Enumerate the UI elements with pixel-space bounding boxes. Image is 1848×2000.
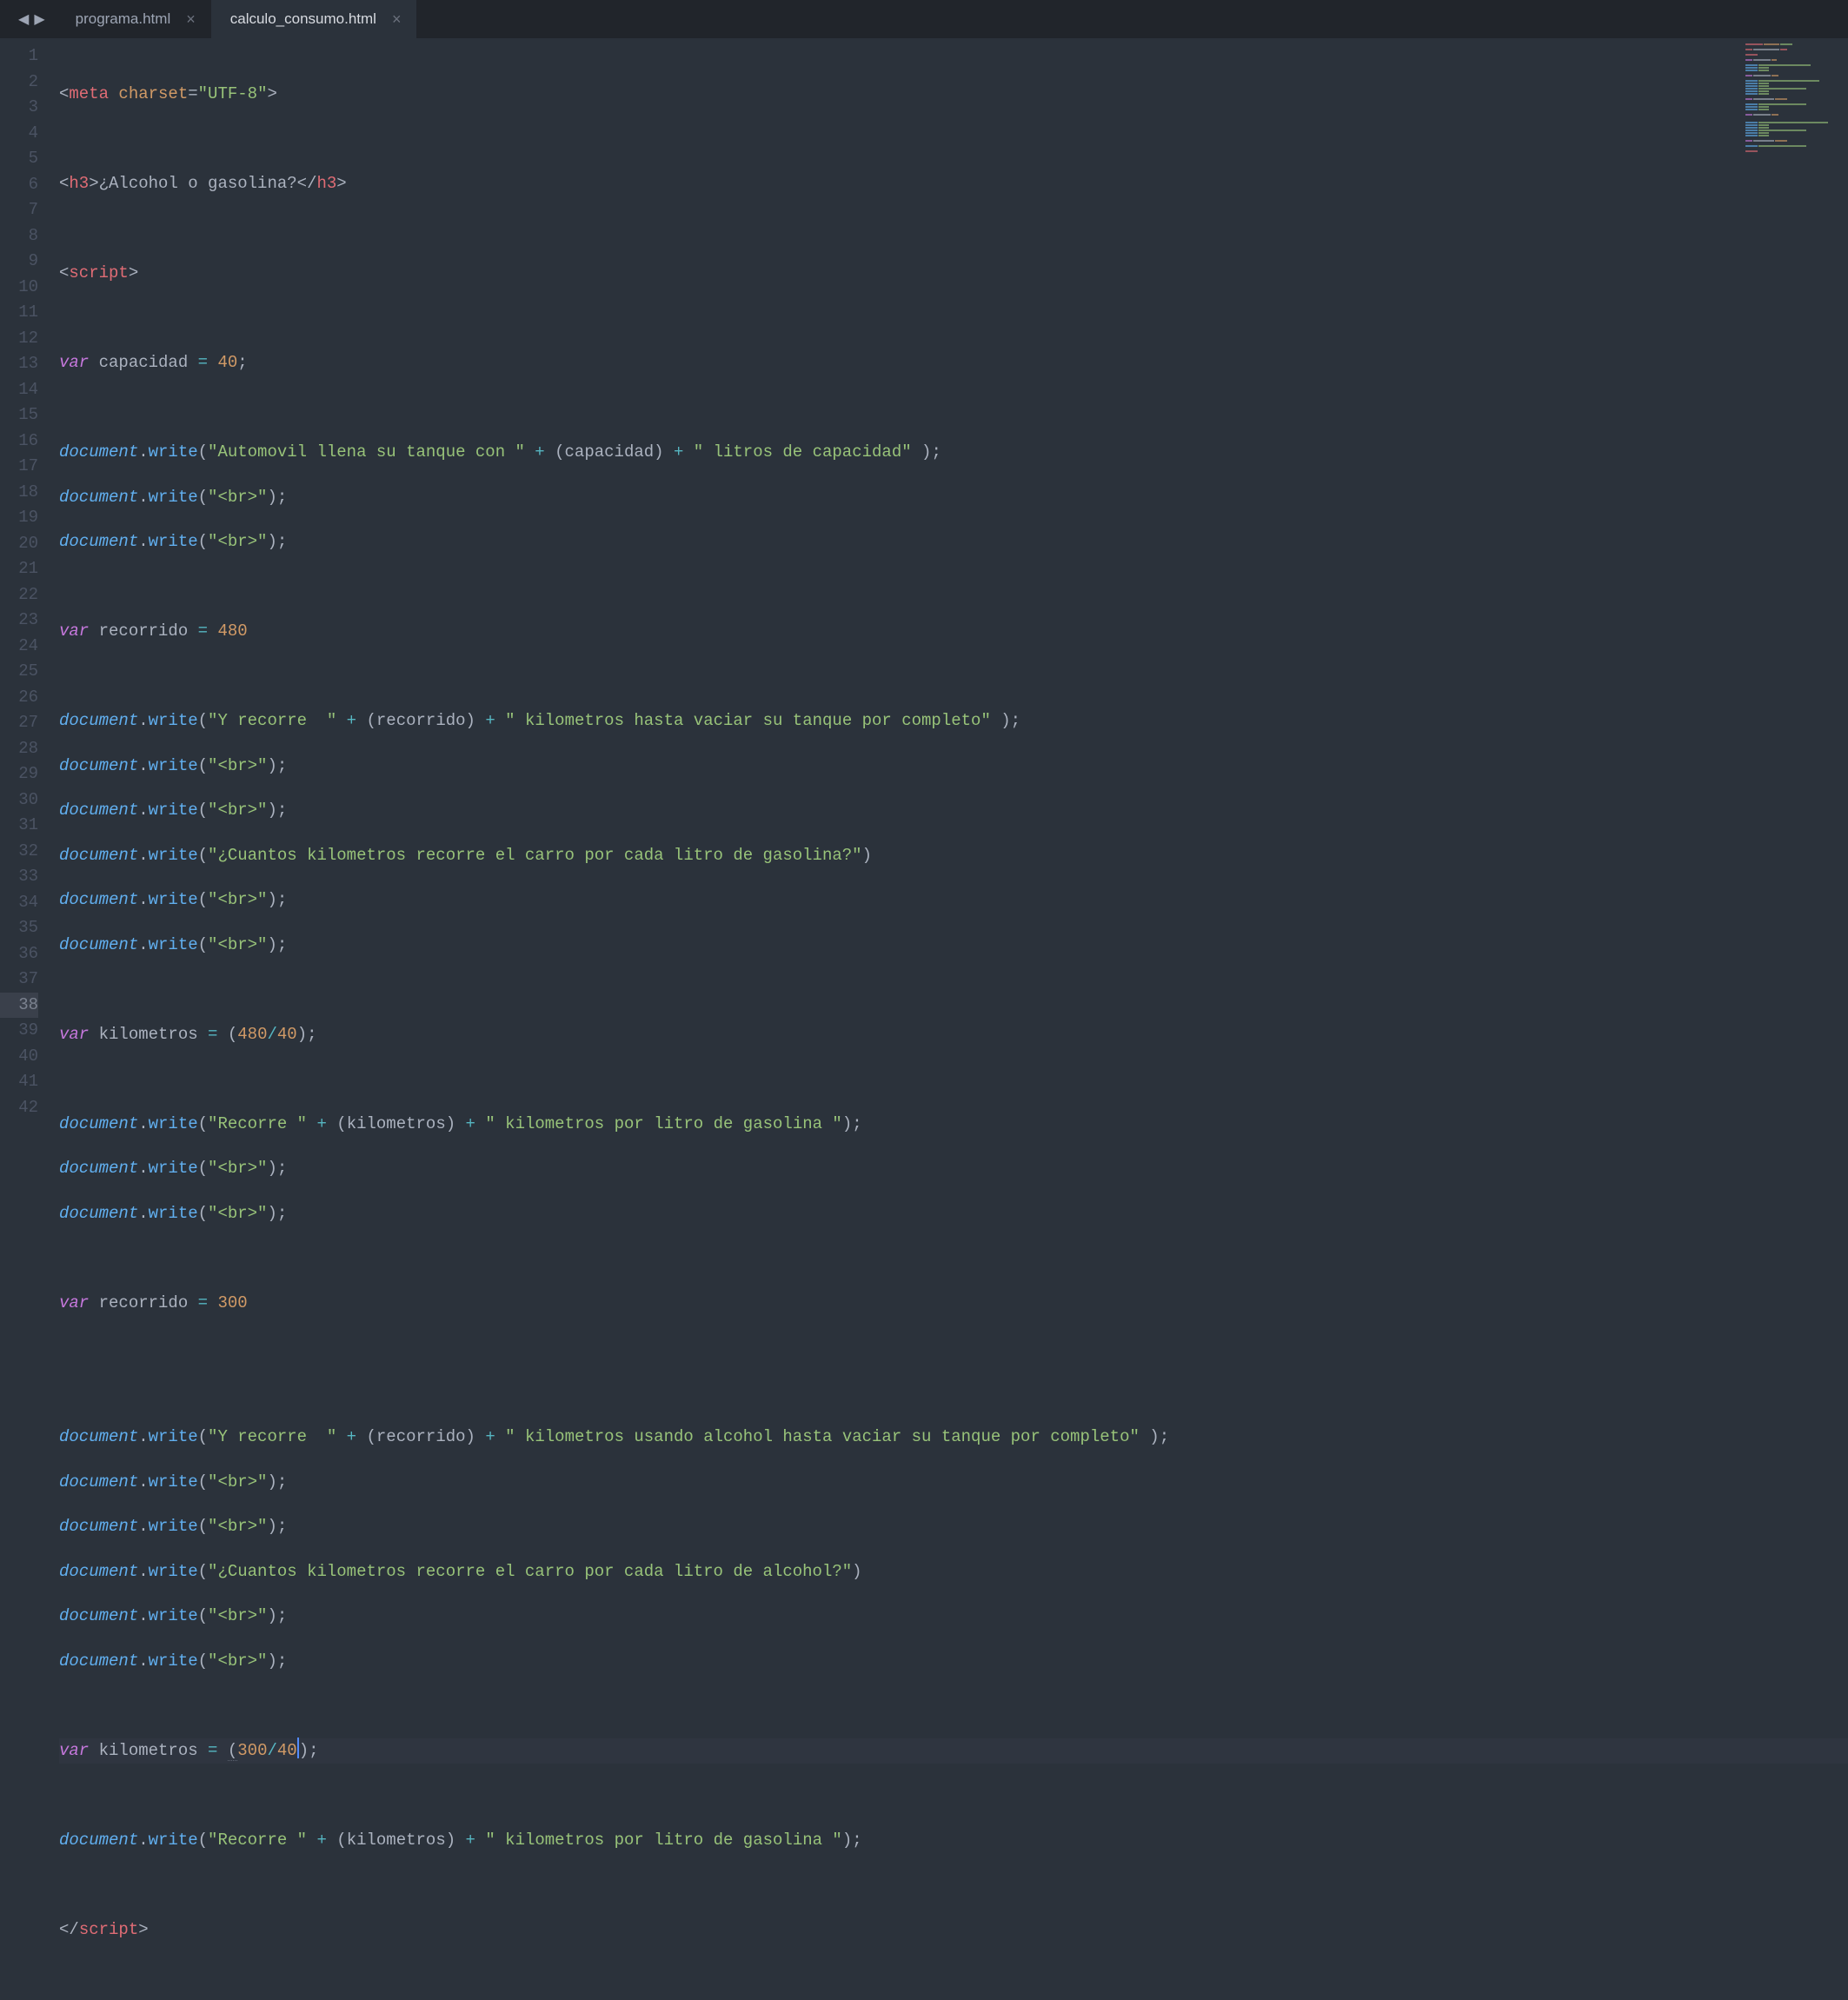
- line-number: 8: [0, 223, 38, 249]
- code-line: [59, 575, 1848, 601]
- code-line: var recorrido = 480: [59, 619, 1848, 645]
- line-number: 33: [0, 864, 38, 890]
- code-line: [59, 1066, 1848, 1093]
- code-line: </script>: [59, 1917, 1848, 1944]
- line-number: 19: [0, 505, 38, 531]
- tab-programa[interactable]: programa.html ×: [57, 0, 211, 38]
- line-number: 28: [0, 736, 38, 762]
- nav-back-icon[interactable]: ◀: [18, 10, 29, 28]
- tab-label: calculo_consumo.html: [230, 10, 376, 28]
- line-number: 16: [0, 429, 38, 455]
- code-line: document.write("<br>");: [59, 933, 1848, 959]
- code-line: <script>: [59, 261, 1848, 287]
- line-number: 37: [0, 967, 38, 993]
- code-line: document.write("<br>");: [59, 1156, 1848, 1182]
- code-line: [59, 216, 1848, 243]
- code-line: document.write("<br>");: [59, 529, 1848, 555]
- code-line: document.write("<br>");: [59, 887, 1848, 914]
- line-number: 25: [0, 659, 38, 685]
- code-line: document.write("¿Cuantos kilometros reco…: [59, 843, 1848, 869]
- code-line: [59, 664, 1848, 690]
- line-number: 24: [0, 634, 38, 660]
- code-line: document.write("<br>");: [59, 1470, 1848, 1496]
- line-number: 9: [0, 249, 38, 275]
- tab-calculo-consumo[interactable]: calculo_consumo.html ×: [211, 0, 417, 38]
- line-number: 12: [0, 326, 38, 352]
- code-line: document.write("Recorre " + (kilometros)…: [59, 1828, 1848, 1854]
- tab-bar: ◀ ▶ programa.html × calculo_consumo.html…: [0, 0, 1848, 38]
- line-number: 3: [0, 95, 38, 121]
- line-number: 15: [0, 402, 38, 429]
- code-line-active: var kilometros = (300/40);: [59, 1738, 1848, 1764]
- cursor: [297, 1738, 299, 1758]
- line-number: 21: [0, 556, 38, 582]
- code-line: document.write("<br>");: [59, 754, 1848, 780]
- code-line: var kilometros = (480/40);: [59, 1022, 1848, 1048]
- code-line: [59, 1380, 1848, 1406]
- line-number: 2: [0, 70, 38, 96]
- nav-arrows: ◀ ▶: [7, 10, 57, 28]
- code-line: [59, 1335, 1848, 1361]
- line-number: 40: [0, 1044, 38, 1070]
- line-number: 30: [0, 787, 38, 814]
- code-line: [59, 977, 1848, 1003]
- line-number: 39: [0, 1018, 38, 1044]
- code-line: [59, 1872, 1848, 1898]
- close-icon[interactable]: ×: [392, 10, 402, 29]
- code-line: <h3>¿Alcohol o gasolina?</h3>: [59, 171, 1848, 197]
- code-line: document.write("<br>");: [59, 485, 1848, 511]
- line-number: 27: [0, 710, 38, 736]
- line-number: 42: [0, 1095, 38, 1121]
- code-line: <meta charset="UTF-8">: [59, 82, 1848, 108]
- code-line: document.write("<br>");: [59, 1514, 1848, 1540]
- code-line: document.write("<br>");: [59, 1201, 1848, 1227]
- close-icon[interactable]: ×: [186, 10, 196, 29]
- code-line: document.write("Automovil llena su tanqu…: [59, 440, 1848, 466]
- line-number: 22: [0, 582, 38, 608]
- line-number: 17: [0, 454, 38, 480]
- line-number: 29: [0, 761, 38, 787]
- code-line: document.write("¿Cuantos kilometros reco…: [59, 1559, 1848, 1585]
- line-number: 20: [0, 531, 38, 557]
- line-number: 32: [0, 839, 38, 865]
- code-line: document.write("Recorre " + (kilometros)…: [59, 1112, 1848, 1138]
- code-line: [59, 1693, 1848, 1719]
- nav-forward-icon[interactable]: ▶: [34, 10, 44, 28]
- code-line: var recorrido = 300: [59, 1291, 1848, 1317]
- code-area[interactable]: <meta charset="UTF-8"> <h3>¿Alcohol o ga…: [50, 38, 1848, 1165]
- code-line: [59, 1783, 1848, 1809]
- gutter: 1234567891011121314151617181920212223242…: [0, 38, 50, 1165]
- minimap[interactable]: [1745, 43, 1841, 191]
- code-line: document.write("Y recorre " + (recorrido…: [59, 708, 1848, 734]
- line-number: 1: [0, 43, 38, 70]
- code-line: [59, 1246, 1848, 1272]
- code-line: [59, 127, 1848, 153]
- line-number: 31: [0, 813, 38, 839]
- code-line: document.write("<br>");: [59, 1604, 1848, 1630]
- line-number: 41: [0, 1069, 38, 1095]
- line-number: 13: [0, 351, 38, 377]
- line-number: 34: [0, 890, 38, 916]
- tab-label: programa.html: [76, 10, 171, 28]
- line-number: 26: [0, 685, 38, 711]
- code-line: [59, 306, 1848, 332]
- line-number: 11: [0, 300, 38, 326]
- code-line: var capacidad = 40;: [59, 350, 1848, 376]
- line-number: 14: [0, 377, 38, 403]
- editor: 1234567891011121314151617181920212223242…: [0, 38, 1848, 1165]
- line-number: 18: [0, 480, 38, 506]
- code-line: document.write("Y recorre " + (recorrido…: [59, 1425, 1848, 1451]
- line-number: 6: [0, 172, 38, 198]
- line-number: 5: [0, 146, 38, 172]
- line-number: 35: [0, 915, 38, 941]
- code-line: document.write("<br>");: [59, 798, 1848, 824]
- code-line: document.write("<br>");: [59, 1649, 1848, 1675]
- line-number: 4: [0, 121, 38, 147]
- line-number: 7: [0, 197, 38, 223]
- line-number: 36: [0, 941, 38, 967]
- line-number: 23: [0, 608, 38, 634]
- line-number: 38: [0, 993, 38, 1019]
- code-line: [59, 395, 1848, 422]
- line-number: 10: [0, 275, 38, 301]
